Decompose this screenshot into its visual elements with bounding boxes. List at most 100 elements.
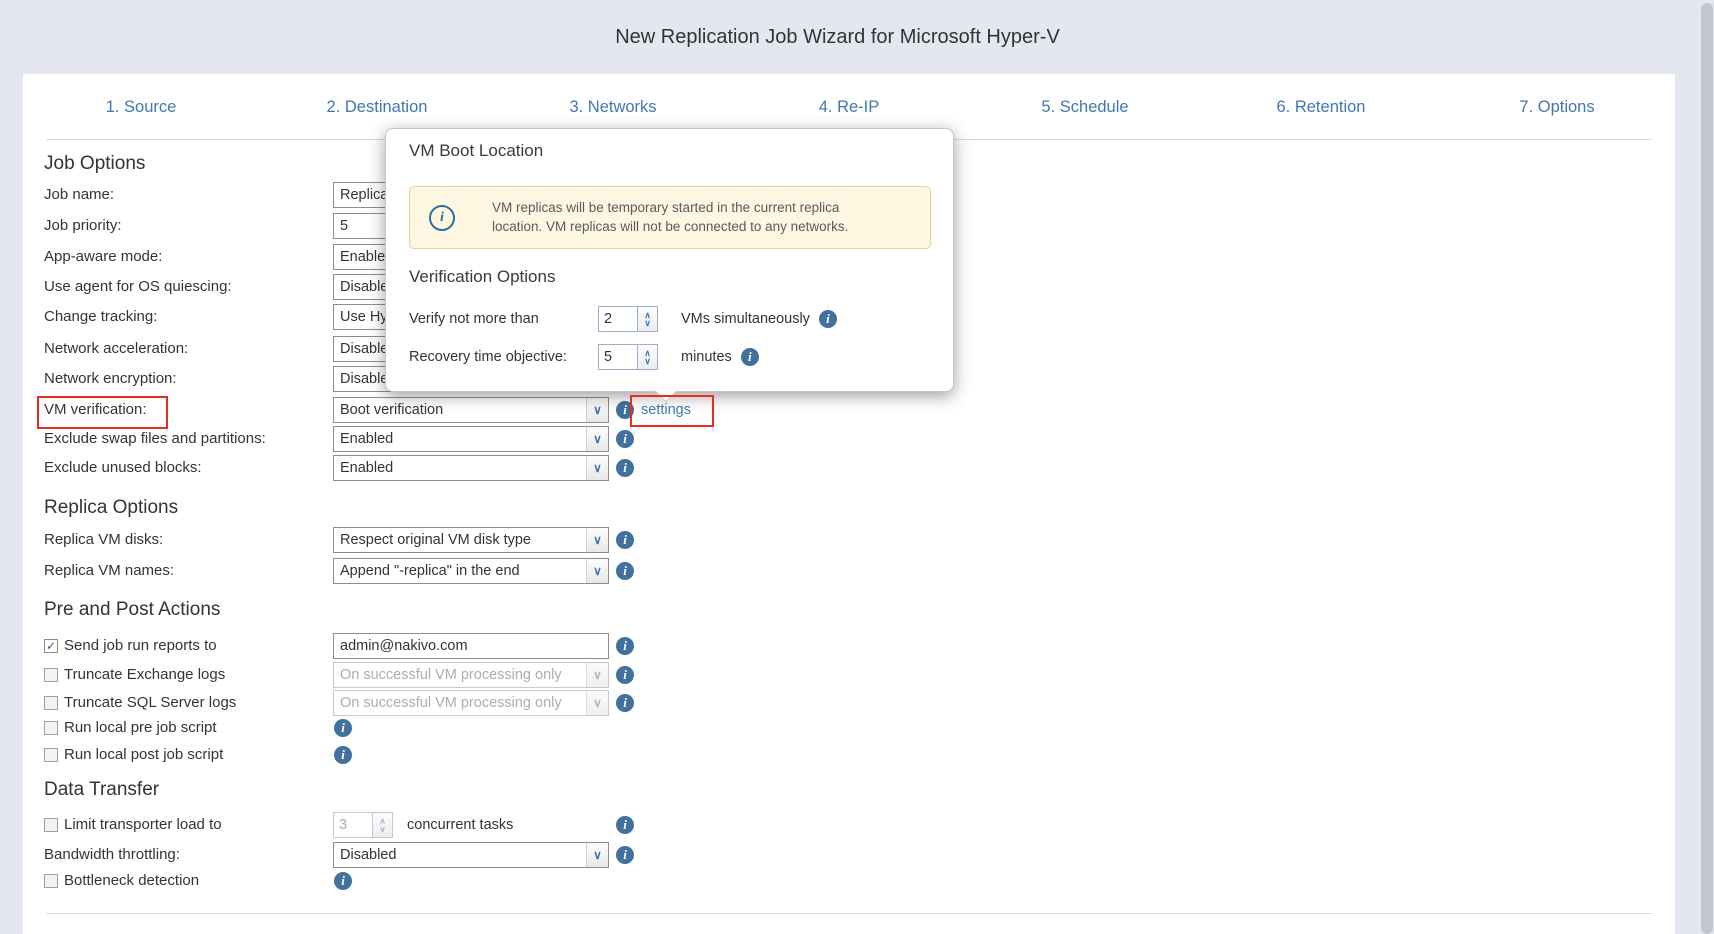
truncate-sql-value: On successful VM processing only [334,695,586,711]
info-icon[interactable]: i [616,666,634,684]
annotation-box-settings [630,395,714,427]
annotation-box-vm-verification [37,396,168,429]
run-pre-script-checkbox[interactable] [44,721,58,735]
send-reports-label: Send job run reports to [64,633,217,659]
page-title: New Replication Job Wizard for Microsoft… [0,26,1675,49]
info-icon[interactable]: i [334,719,352,737]
exclude-swap-label: Exclude swap files and partitions: [44,426,266,452]
exclude-swap-select[interactable]: Enabled∨ [333,426,609,452]
info-icon[interactable]: i [616,694,634,712]
section-replica-options: Replica Options [44,497,178,519]
spinner-down-icon[interactable]: ∨ [644,319,651,327]
vm-verification-value: Boot verification [334,402,586,418]
info-icon[interactable]: i [616,459,634,477]
truncate-exchange-checkbox[interactable] [44,668,58,682]
verify-count-value: 2 [598,306,638,332]
chevron-down-icon: ∨ [586,528,608,552]
section-job-options: Job Options [44,153,145,175]
run-post-script-checkbox[interactable] [44,748,58,762]
chevron-down-icon: ∨ [586,691,608,715]
run-post-script-label: Run local post job script [64,742,223,768]
rto-minutes-value: 5 [598,344,638,370]
info-icon[interactable]: i [616,562,634,580]
rto-minutes-spinner[interactable]: 5 ∧∨ [598,344,658,370]
replica-vm-disks-select[interactable]: Respect original VM disk type∨ [333,527,609,553]
verification-options-heading: Verification Options [409,267,555,287]
wizard-screen: New Replication Job Wizard for Microsoft… [0,0,1714,934]
info-icon[interactable]: i [334,872,352,890]
replica-vm-disks-label: Replica VM disks: [44,527,163,553]
concurrent-tasks-label: concurrent tasks [407,812,513,838]
limit-transporter-label: Limit transporter load to [64,812,222,838]
info-icon[interactable]: i [616,816,634,834]
bandwidth-throttling-select[interactable]: Disabled∨ [333,842,609,868]
footer-divider [46,913,1652,914]
limit-transporter-checkbox[interactable] [44,818,58,832]
app-aware-mode-label: App-aware mode: [44,244,162,270]
info-outline-icon: i [429,205,455,231]
spinner-down-icon[interactable]: ∨ [644,357,651,365]
bandwidth-throttling-label: Bandwidth throttling: [44,842,180,868]
replica-vm-disks-value: Respect original VM disk type [334,532,586,548]
job-priority-label: Job priority: [44,213,122,239]
truncate-sql-select: On successful VM processing only∨ [333,690,609,716]
exclude-swap-value: Enabled [334,431,586,447]
info-icon[interactable]: i [334,746,352,764]
info-icon[interactable]: i [616,637,634,655]
banner-line-2: location. VM replicas will not be connec… [492,217,848,236]
truncate-exchange-value: On successful VM processing only [334,667,586,683]
change-tracking-label: Change tracking: [44,304,157,330]
exclude-unused-select[interactable]: Enabled∨ [333,455,609,481]
send-reports-checkbox[interactable]: ✓ [44,639,58,653]
vm-verification-select[interactable]: Boot verification∨ [333,397,609,423]
limit-transporter-value: 3 [333,812,373,838]
verify-suffix-row: VMs simultaneously i [681,306,837,332]
spinner-arrows-icon[interactable]: ∧∨ [638,306,658,332]
replica-vm-names-select[interactable]: Append "-replica" in the end∨ [333,558,609,584]
spinner-arrows-icon[interactable]: ∧∨ [638,344,658,370]
network-encryption-label: Network encryption: [44,366,177,392]
minutes-label: minutes [681,349,732,365]
limit-transporter-spinner: 3 ∧∨ [333,812,393,838]
tab-retention[interactable]: 6. Retention [1203,74,1439,139]
job-name-label: Job name: [44,182,114,208]
info-icon[interactable]: i [819,310,837,328]
spinner-down-icon: ∨ [379,825,386,833]
chevron-down-icon: ∨ [586,398,608,422]
tab-source[interactable]: 1. Source [23,74,259,139]
chevron-down-icon: ∨ [586,843,608,867]
verify-not-more-than-label: Verify not more than [409,306,539,332]
section-pre-post-actions: Pre and Post Actions [44,599,220,621]
tab-schedule[interactable]: 5. Schedule [967,74,1203,139]
chevron-down-icon: ∨ [586,427,608,451]
exclude-unused-value: Enabled [334,460,586,476]
chevron-down-icon: ∨ [586,559,608,583]
section-data-transfer: Data Transfer [44,779,159,801]
replica-vm-names-label: Replica VM names: [44,558,174,584]
vms-simultaneously-label: VMs simultaneously [681,311,810,327]
verify-count-spinner[interactable]: 2 ∧∨ [598,306,658,332]
info-icon[interactable]: i [741,348,759,366]
info-icon[interactable]: i [616,531,634,549]
truncate-exchange-label: Truncate Exchange logs [64,662,225,688]
os-quiescing-label: Use agent for OS quiescing: [44,274,232,300]
exclude-unused-label: Exclude unused blocks: [44,455,202,481]
chevron-down-icon: ∨ [586,663,608,687]
truncate-sql-checkbox[interactable] [44,696,58,710]
bottleneck-detection-checkbox[interactable] [44,874,58,888]
truncate-exchange-select: On successful VM processing only∨ [333,662,609,688]
network-acceleration-label: Network acceleration: [44,336,188,362]
send-reports-email-input[interactable]: admin@nakivo.com [333,633,609,659]
vm-boot-location-popup: VM Boot Location i VM replicas will be t… [385,128,954,392]
vertical-scrollbar[interactable] [1701,3,1713,934]
popup-banner-text: VM replicas will be temporary started in… [492,198,848,236]
chevron-down-icon: ∨ [586,456,608,480]
tab-options[interactable]: 7. Options [1439,74,1675,139]
banner-line-1: VM replicas will be temporary started in… [492,198,848,217]
replica-vm-names-value: Append "-replica" in the end [334,563,586,579]
popup-info-banner: i VM replicas will be temporary started … [409,186,931,249]
info-icon[interactable]: i [616,430,634,448]
info-icon[interactable]: i [616,846,634,864]
send-reports-email-value: admin@nakivo.com [334,638,608,654]
popup-title: VM Boot Location [409,141,543,161]
